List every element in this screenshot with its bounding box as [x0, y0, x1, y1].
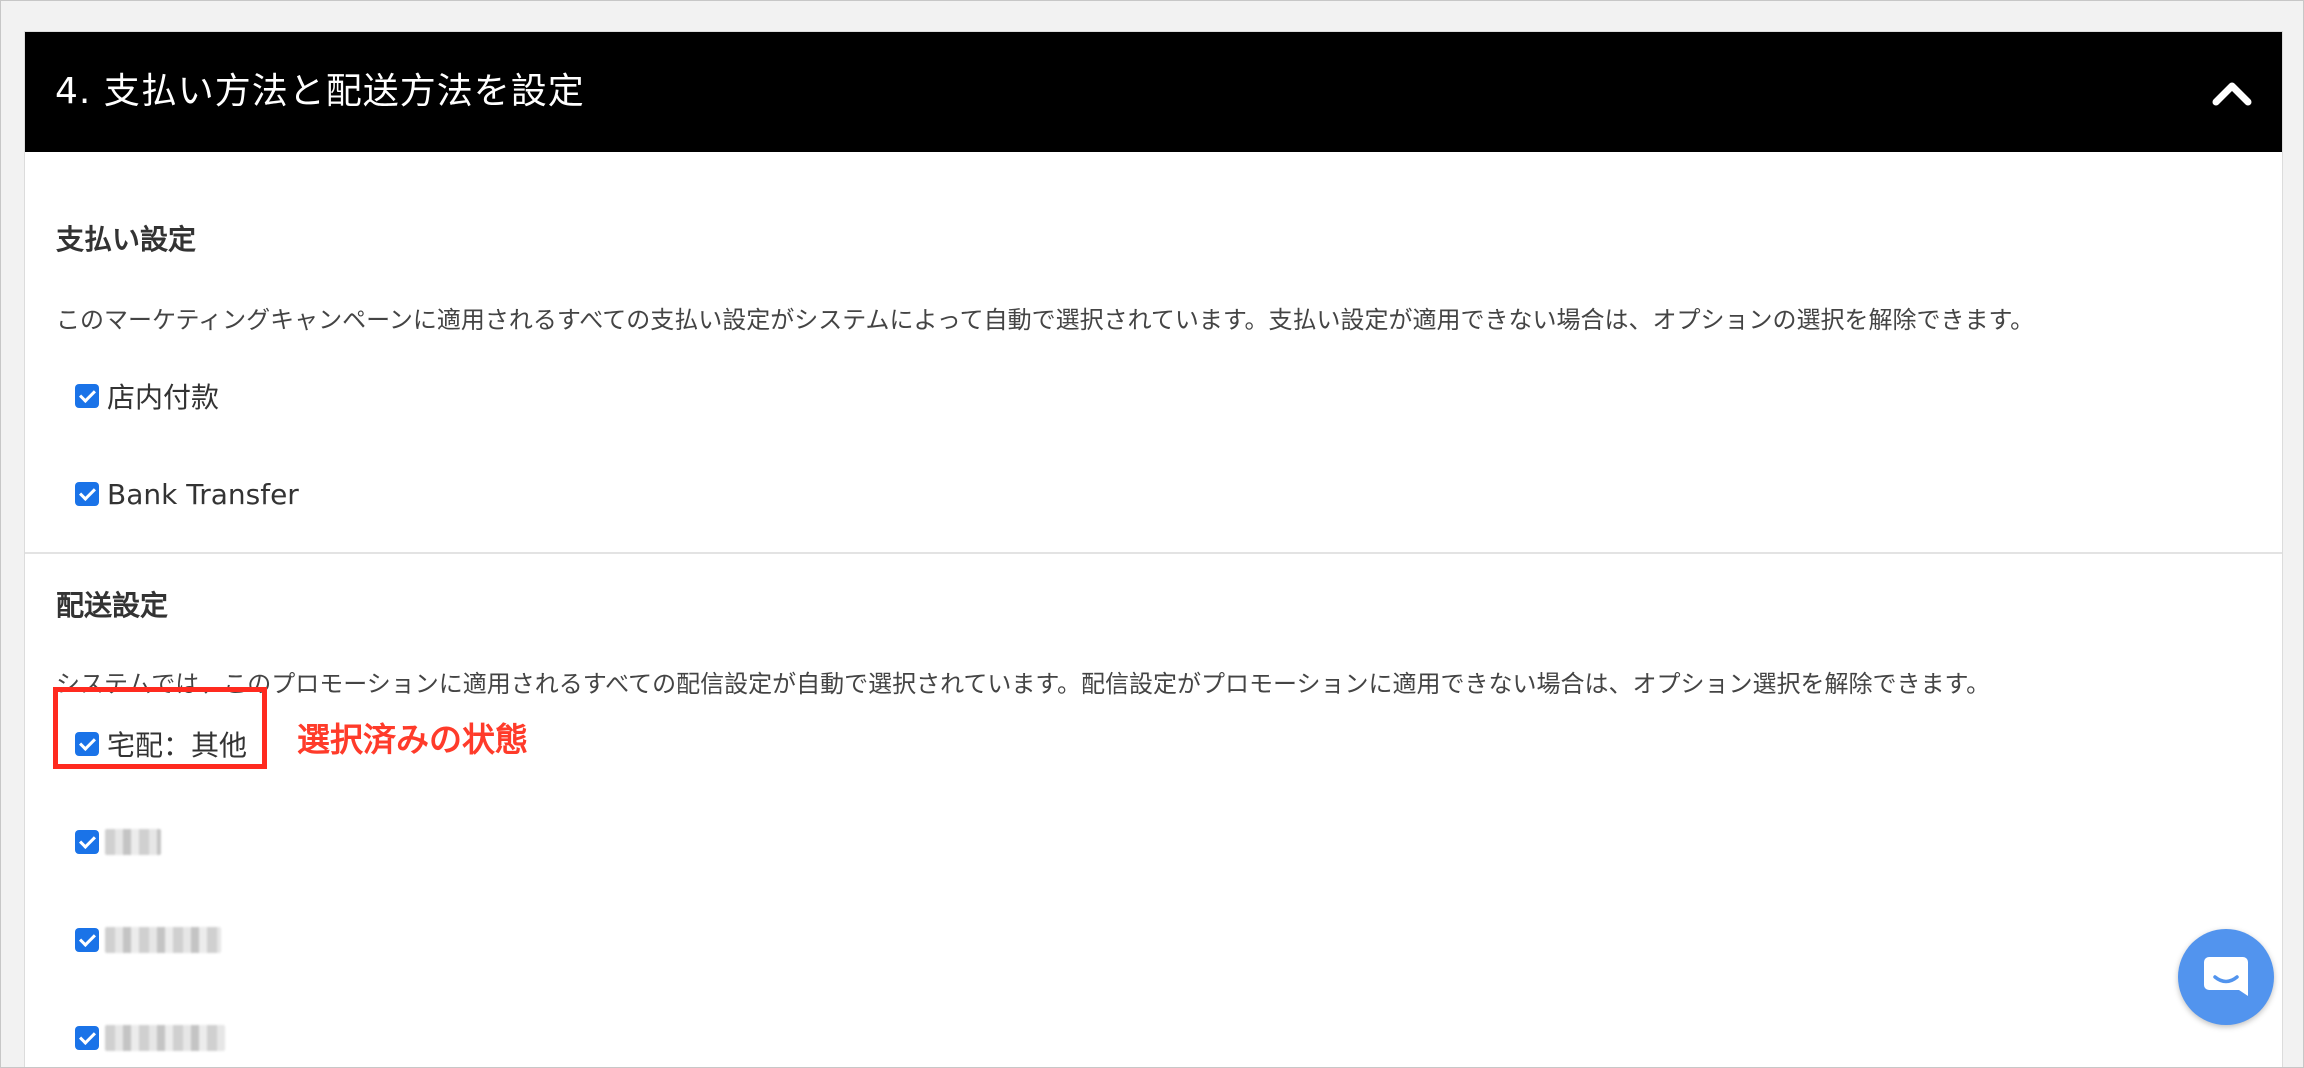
- shipping-option[interactable]: [75, 1018, 225, 1058]
- collapse-button[interactable]: [2210, 72, 2254, 112]
- shipping-settings: 配送設定 システムでは、このプロモーションに適用されるすべての配信設定が自動で選…: [25, 554, 2282, 1067]
- redacted-label: [105, 1025, 225, 1051]
- page-frame: 4. 支払い方法と配送方法を設定 支払い設定 このマーケティングキャンペーンに適…: [0, 0, 2304, 1068]
- checkbox[interactable]: [75, 482, 99, 506]
- chat-button[interactable]: [2178, 929, 2274, 1025]
- chat-icon: [2204, 957, 2248, 996]
- settings-card: 4. 支払い方法と配送方法を設定 支払い設定 このマーケティングキャンペーンに適…: [24, 31, 2283, 1067]
- annotation-label: 選択済みの状態: [297, 720, 528, 759]
- checkbox[interactable]: [75, 384, 99, 408]
- chevron-up-icon: [2212, 82, 2252, 106]
- checkbox[interactable]: [75, 928, 99, 952]
- checkbox[interactable]: [75, 830, 99, 854]
- redacted-label: [105, 927, 221, 953]
- shipping-settings-description: システムでは、このプロモーションに適用されるすべての配信設定が自動で選択されてい…: [56, 670, 1991, 698]
- shipping-option[interactable]: [75, 920, 221, 960]
- checkbox[interactable]: [75, 1026, 99, 1050]
- section-header[interactable]: 4. 支払い方法と配送方法を設定: [25, 32, 2282, 152]
- payment-settings-description: このマーケティングキャンペーンに適用されるすべての支払い設定がシステムによって自…: [56, 306, 2035, 334]
- payment-settings: 支払い設定 このマーケティングキャンペーンに適用されるすべての支払い設定がシステ…: [25, 152, 2282, 554]
- shipping-settings-title: 配送設定: [56, 589, 169, 622]
- highlight-box: [53, 687, 267, 769]
- payment-option[interactable]: Bank Transfer: [75, 474, 299, 514]
- payment-settings-title: 支払い設定: [56, 223, 197, 256]
- shipping-option[interactable]: [75, 822, 161, 862]
- payment-option[interactable]: 店内付款: [75, 376, 219, 416]
- redacted-label: [105, 829, 161, 855]
- section-title: 4. 支払い方法と配送方法を設定: [55, 71, 585, 112]
- payment-option-label: 店内付款: [107, 381, 220, 414]
- payment-option-label: Bank Transfer: [107, 477, 299, 511]
